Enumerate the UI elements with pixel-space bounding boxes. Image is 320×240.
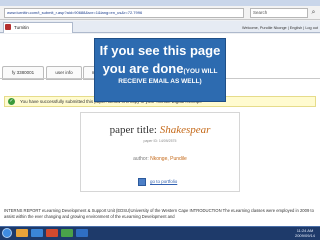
go-to-portfolio-link[interactable]: go to portfolio xyxy=(150,176,190,187)
author-label: author: xyxy=(133,156,149,162)
paper-title-value: Shakespear xyxy=(159,124,211,136)
system-clock: 11:24 AM 2009/09/14 xyxy=(292,228,318,238)
paper-title: paper title: Shakespear xyxy=(80,123,240,137)
overlay-line-2-note: (YOU WILL xyxy=(183,68,218,75)
paper-id: paper ID: 14/09/2575 xyxy=(143,139,177,143)
start-button[interactable] xyxy=(2,228,12,238)
taskbar-app-icon[interactable] xyxy=(61,229,73,237)
overlay-line-2: you are done(YOU WILL xyxy=(94,60,226,78)
url-input[interactable]: www.turnitin.com/t_submit_r.asp?aid=9068… xyxy=(4,8,244,18)
overlay-line-2-main: you are done xyxy=(102,61,184,76)
author-value: Nkonge, Pundile xyxy=(150,156,187,162)
clock-date: 2009/09/14 xyxy=(294,233,316,238)
overlay-line-1: If you see this page xyxy=(99,43,221,58)
paper-body-text: INTERNS REPORT eLearning Development & S… xyxy=(4,208,314,219)
welcome-text: Welcome, Pundile Nkonge | English | Log … xyxy=(242,26,318,30)
overlay-line-3: RECEIVE EMAIL AS WELL) xyxy=(118,78,202,85)
taskbar-browser-icon[interactable] xyxy=(31,229,43,237)
search-input[interactable]: Search xyxy=(250,8,308,18)
checkmark-icon: ✓ xyxy=(8,98,15,105)
search-icon[interactable]: ⌕ xyxy=(309,8,318,18)
author: author: Nkonge, Pundile xyxy=(80,155,240,163)
portfolio-icon[interactable] xyxy=(138,178,146,186)
taskbar-folder-icon[interactable] xyxy=(16,229,28,237)
taskbar-app-icon[interactable] xyxy=(46,229,58,237)
taskbar-word-icon[interactable] xyxy=(76,229,88,237)
paper-title-label: paper title: xyxy=(109,124,157,136)
browser-tab[interactable]: Turnitin xyxy=(3,22,73,33)
turnitin-favicon-icon xyxy=(5,24,11,30)
